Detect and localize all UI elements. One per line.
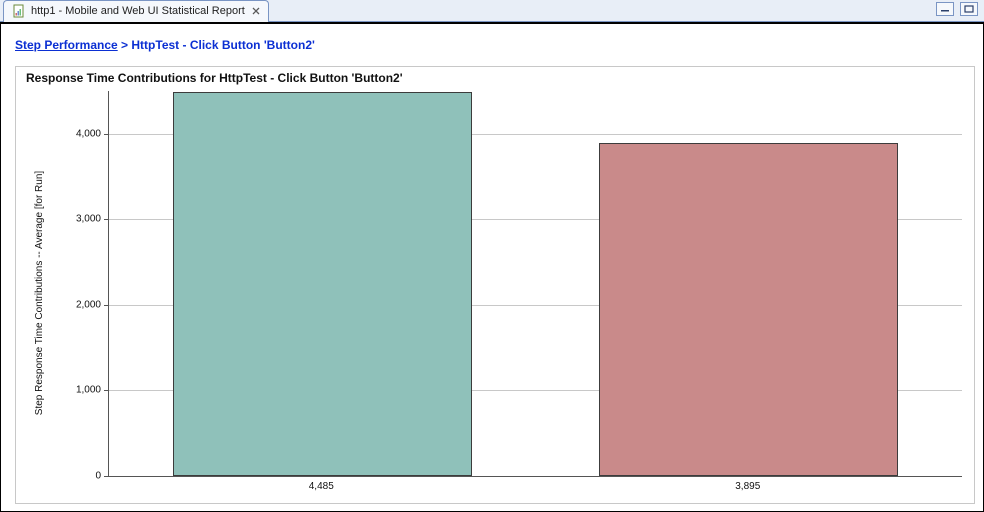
x-axis-labels: 4,485 3,895	[108, 481, 962, 495]
breadcrumb: Step Performance > HttpTest - Click Butt…	[15, 38, 975, 52]
close-icon[interactable]	[250, 5, 262, 17]
minimize-button[interactable]	[936, 2, 954, 16]
y-tick-label: 4,000	[67, 128, 101, 139]
maximize-button[interactable]	[960, 2, 978, 16]
chart-area: Step Response Time Contributions -- Aver…	[80, 91, 962, 495]
breadcrumb-current: HttpTest - Click Button 'Button2'	[131, 38, 314, 52]
chart-title: Response Time Contributions for HttpTest…	[26, 71, 964, 85]
y-tick	[104, 305, 109, 306]
content-panel: Step Performance > HttpTest - Click Butt…	[0, 22, 984, 512]
y-tick-label: 0	[67, 471, 101, 482]
y-tick-label: 1,000	[67, 385, 101, 396]
y-axis-label: Step Response Time Contributions -- Aver…	[34, 113, 45, 473]
chart-panel: Response Time Contributions for HttpTest…	[15, 66, 975, 504]
tab-bar: http1 - Mobile and Web UI Statistical Re…	[0, 0, 984, 22]
chart-plot: 01,0002,0003,0004,000	[108, 91, 962, 477]
y-tick	[104, 134, 109, 135]
chart-bar	[599, 143, 898, 476]
tab-report[interactable]: http1 - Mobile and Web UI Statistical Re…	[3, 0, 269, 22]
y-tick-label: 3,000	[67, 214, 101, 225]
chart-bar	[173, 92, 472, 476]
breadcrumb-link-step-performance[interactable]: Step Performance	[15, 38, 118, 52]
tab-title: http1 - Mobile and Web UI Statistical Re…	[31, 5, 245, 17]
report-file-icon	[12, 4, 26, 18]
x-tick-label: 4,485	[309, 481, 334, 492]
y-tick-label: 2,000	[67, 299, 101, 310]
breadcrumb-separator: >	[118, 38, 132, 52]
y-tick	[104, 476, 109, 477]
y-tick	[104, 219, 109, 220]
x-tick-label: 3,895	[735, 481, 760, 492]
window-controls	[936, 2, 978, 16]
y-tick	[104, 390, 109, 391]
